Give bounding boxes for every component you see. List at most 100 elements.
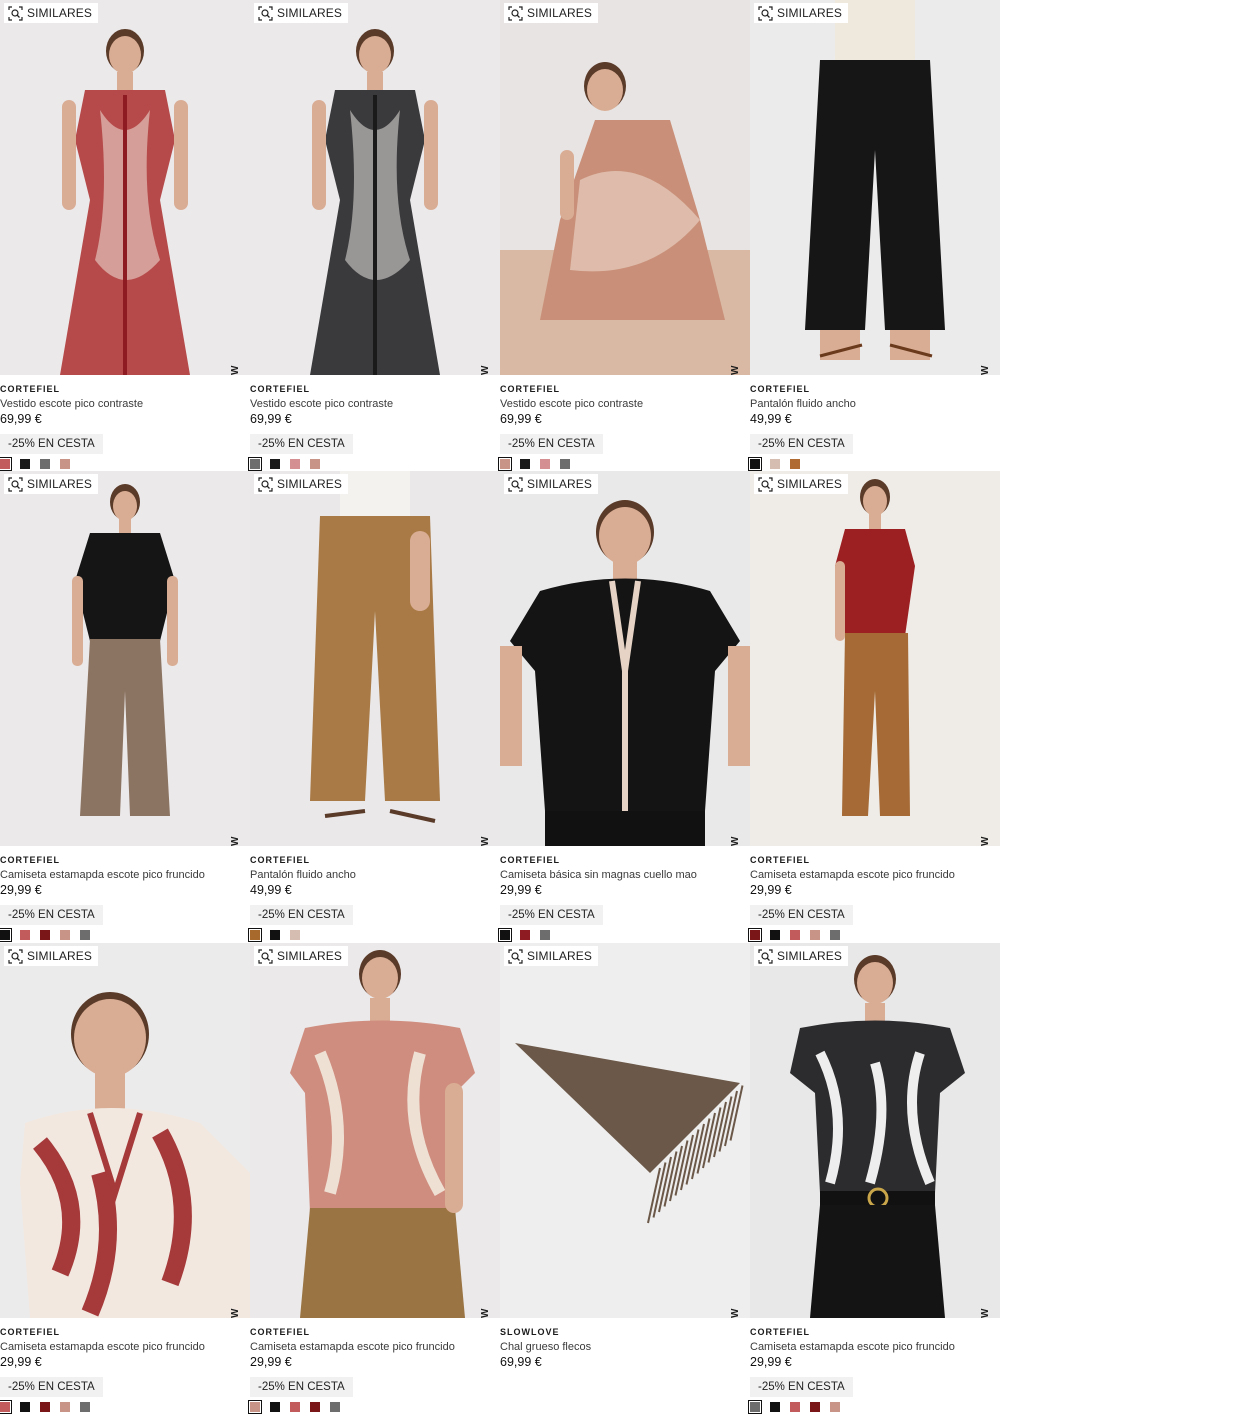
color-swatch[interactable] [540, 459, 550, 469]
similar-products-button[interactable]: SIMILARES [254, 474, 348, 494]
color-swatch[interactable] [810, 1402, 820, 1412]
similar-products-button[interactable]: SIMILARES [504, 3, 598, 23]
product-brand: CORTEFIEL [500, 384, 560, 394]
color-swatch[interactable] [770, 459, 780, 469]
product-image[interactable]: SIMILARES NEW [0, 0, 250, 375]
color-swatch[interactable] [60, 1402, 70, 1412]
product-name[interactable]: Camiseta estamapda escote pico fruncido [750, 1341, 1000, 1354]
color-swatch[interactable] [0, 457, 12, 471]
color-swatch[interactable] [270, 930, 280, 940]
color-swatch[interactable] [60, 459, 70, 469]
product-name[interactable]: Vestido escote pico contraste [500, 398, 750, 411]
product-name[interactable]: Vestido escote pico contraste [250, 398, 500, 411]
product-image[interactable]: SIMILARES NEW [500, 0, 750, 375]
similar-products-button[interactable]: SIMILARES [4, 474, 98, 494]
product-card[interactable]: SIMILARES NEW CORTEFIEL Camiseta estamap… [0, 471, 250, 942]
color-swatch[interactable] [20, 459, 30, 469]
color-swatch[interactable] [560, 459, 570, 469]
color-swatch[interactable] [248, 928, 262, 942]
color-swatch[interactable] [0, 1400, 12, 1414]
product-image[interactable]: SIMILARES NEW [500, 471, 750, 846]
similar-products-button[interactable]: SIMILARES [504, 946, 598, 966]
product-card[interactable]: SIMILARES NEW CORTEFIEL Vestido escote p… [0, 0, 250, 471]
color-swatch[interactable] [790, 459, 800, 469]
product-name[interactable]: Pantalón fluido ancho [750, 398, 1000, 411]
color-swatch[interactable] [310, 459, 320, 469]
product-image[interactable]: SIMILARES NEW [250, 943, 500, 1318]
product-card[interactable]: SIMILARES NEW CORTEFIEL Vestido escote p… [498, 0, 750, 471]
color-swatch[interactable] [248, 457, 262, 471]
product-card[interactable]: SIMILARES NEW CORTEFIEL Pantalón fluido … [748, 0, 1000, 471]
color-swatch[interactable] [290, 930, 300, 940]
product-card[interactable]: SIMILARES NEW CORTEFIEL Camiseta estamap… [748, 943, 1000, 1414]
color-swatch[interactable] [498, 928, 512, 942]
color-swatch[interactable] [748, 928, 762, 942]
product-image[interactable]: SIMILARES NEW [750, 471, 1000, 846]
product-name[interactable]: Camiseta estamapda escote pico fruncido [750, 869, 1000, 882]
color-swatch[interactable] [770, 930, 780, 940]
color-swatch[interactable] [40, 930, 50, 940]
product-image[interactable]: SIMILARES NEW [0, 471, 250, 846]
color-swatch[interactable] [0, 928, 12, 942]
product-card[interactable]: SIMILARES NEW CORTEFIEL Camiseta estamap… [248, 943, 500, 1414]
color-swatch[interactable] [520, 459, 530, 469]
color-swatch[interactable] [830, 930, 840, 940]
product-image[interactable]: SIMILARES NEW [250, 471, 500, 846]
color-swatch[interactable] [790, 1402, 800, 1412]
product-photo-illustration [750, 943, 1000, 1318]
product-image[interactable]: SIMILARES NEW [250, 0, 500, 375]
visual-search-icon [8, 948, 23, 964]
color-swatch[interactable] [40, 1402, 50, 1412]
color-swatch[interactable] [80, 930, 90, 940]
color-swatch[interactable] [60, 930, 70, 940]
product-image[interactable]: SIMILARES NEW [0, 943, 250, 1318]
color-swatch[interactable] [20, 930, 30, 940]
product-card[interactable]: SIMILARES NEW CORTEFIEL Pantalón fluido … [248, 471, 500, 942]
color-swatch[interactable] [290, 459, 300, 469]
color-swatch[interactable] [248, 1400, 262, 1414]
color-swatch[interactable] [20, 1402, 30, 1412]
product-name[interactable]: Camiseta básica sin magnas cuello mao [500, 869, 750, 882]
product-name[interactable]: Chal grueso flecos [500, 1341, 750, 1354]
product-card[interactable]: SIMILARES NEW SLOWLOVE Chal grueso fleco… [500, 943, 750, 1414]
color-swatch[interactable] [540, 930, 550, 940]
color-swatch[interactable] [498, 457, 512, 471]
similar-products-button[interactable]: SIMILARES [4, 3, 98, 23]
promo-badge: -25% EN CESTA [0, 1377, 103, 1397]
product-name[interactable]: Camiseta estamapda escote pico fruncido [0, 1341, 250, 1354]
product-card[interactable]: SIMILARES NEW CORTEFIEL Camiseta básica … [498, 471, 750, 942]
product-name[interactable]: Camiseta estamapda escote pico fruncido [0, 869, 250, 882]
color-swatch[interactable] [270, 1402, 280, 1412]
color-swatch[interactable] [830, 1402, 840, 1412]
product-name[interactable]: Camiseta estamapda escote pico fruncido [250, 1341, 500, 1354]
color-swatch[interactable] [790, 930, 800, 940]
product-image[interactable]: SIMILARES NEW [750, 0, 1000, 375]
product-name[interactable]: Vestido escote pico contraste [0, 398, 250, 411]
similar-products-button[interactable]: SIMILARES [754, 946, 848, 966]
product-card[interactable]: SIMILARES NEW CORTEFIEL Camiseta estamap… [0, 943, 250, 1414]
color-swatch[interactable] [290, 1402, 300, 1412]
similar-products-button[interactable]: SIMILARES [254, 3, 348, 23]
similar-label: SIMILARES [277, 477, 342, 491]
product-price: 29,99 € [750, 883, 792, 897]
product-name[interactable]: Pantalón fluido ancho [250, 869, 500, 882]
color-swatch[interactable] [770, 1402, 780, 1412]
product-image[interactable]: SIMILARES NEW [750, 943, 1000, 1318]
color-swatch[interactable] [748, 1400, 762, 1414]
product-card[interactable]: SIMILARES NEW CORTEFIEL Vestido escote p… [248, 0, 500, 471]
color-swatch[interactable] [80, 1402, 90, 1412]
color-swatch[interactable] [40, 459, 50, 469]
product-card[interactable]: SIMILARES NEW CORTEFIEL Camiseta estamap… [748, 471, 1000, 942]
similar-products-button[interactable]: SIMILARES [254, 946, 348, 966]
color-swatch[interactable] [310, 1402, 320, 1412]
color-swatch[interactable] [270, 459, 280, 469]
color-swatch[interactable] [520, 930, 530, 940]
similar-products-button[interactable]: SIMILARES [4, 946, 98, 966]
similar-products-button[interactable]: SIMILARES [754, 474, 848, 494]
similar-products-button[interactable]: SIMILARES [754, 3, 848, 23]
color-swatch[interactable] [330, 1402, 340, 1412]
color-swatch[interactable] [810, 930, 820, 940]
color-swatch[interactable] [748, 457, 762, 471]
product-image[interactable]: SIMILARES NEW [500, 943, 750, 1318]
similar-products-button[interactable]: SIMILARES [504, 474, 598, 494]
